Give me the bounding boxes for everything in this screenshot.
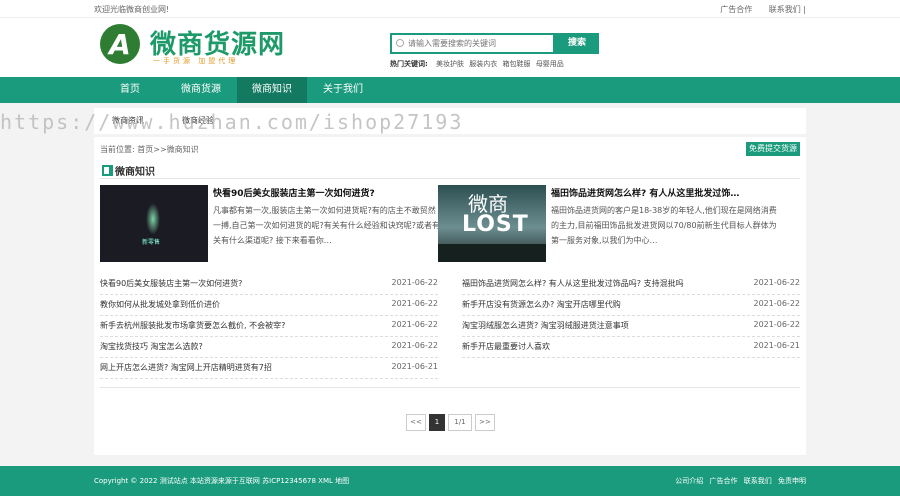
- list-item[interactable]: 福田饰品进货网怎么样? 有人从这里批发过饰品吗? 支持混批吗 2021-06-22: [462, 274, 800, 295]
- top-link-contact[interactable]: 联系我们 |: [769, 5, 806, 14]
- hot-keyword[interactable]: 箱包鞋服: [503, 60, 531, 68]
- search-input[interactable]: [392, 35, 542, 52]
- list-item[interactable]: 新手去杭州服装批发市场拿货要怎么截价, 不会被宰? 2021-06-22: [100, 316, 438, 337]
- list-item[interactable]: 新手开店没有货源怎么办? 淘宝开店哪里代购 2021-06-22: [462, 295, 800, 316]
- pager-prev-button[interactable]: <<: [406, 414, 426, 431]
- list-item-date: 2021-06-22: [391, 320, 439, 329]
- book-icon: [102, 165, 113, 176]
- pager-current-page[interactable]: 1: [429, 414, 445, 431]
- article-list-right: 福田饰品进货网怎么样? 有人从这里批发过饰品吗? 支持混批吗 2021-06-22…: [462, 274, 800, 358]
- list-item-title[interactable]: 福田饰品进货网怎么样? 有人从这里批发过饰品吗? 支持混批吗: [462, 278, 684, 289]
- list-item-date: 2021-06-22: [753, 278, 801, 287]
- thumbnail-caption: 新零售: [142, 239, 161, 246]
- list-item[interactable]: 新手开店最重要讨人喜欢 2021-06-21: [462, 337, 800, 358]
- site-header: A 微商货源网 一手货源 加盟代理 搜索 热门关键词: 美妆护肤 服装内衣 箱包…: [0, 18, 900, 77]
- footer-links: 公司介绍 广告合作 联系我们 免责申明: [671, 476, 806, 486]
- search-button[interactable]: 搜索: [555, 33, 599, 54]
- content-panel: 当前位置: 首页>>微商知识 免费提交货源 微商知识 新零售 快看90后美女服装…: [94, 137, 806, 455]
- article-thumbnail[interactable]: 新零售: [100, 185, 208, 262]
- top-bar: 欢迎光临微商创业网! 广告合作 联系我们 |: [0, 0, 900, 18]
- crowd-silhouette: [438, 244, 546, 262]
- list-item[interactable]: 快看90后美女服装店主第一次如何进货? 2021-06-22: [100, 274, 438, 295]
- article-thumbnail[interactable]: 微商 LOST: [438, 185, 546, 262]
- footer-link[interactable]: 免责申明: [778, 477, 806, 485]
- list-item[interactable]: 淘宝找货技巧 淘宝怎么选款? 2021-06-22: [100, 337, 438, 358]
- thumbnail-caption: LOST: [462, 212, 529, 237]
- hot-keyword[interactable]: 服装内衣: [469, 60, 497, 68]
- nav-knowledge[interactable]: 微商知识: [237, 77, 307, 103]
- search-box: [390, 33, 555, 54]
- watermark-text: https://www.huzhan.com/ishop27193: [0, 110, 464, 134]
- site-footer: Copyright © 2022 测试站点 本站资源来源于互联网 苏ICP123…: [0, 466, 900, 496]
- search-icon: [396, 39, 404, 47]
- copyright-text: Copyright © 2022 测试站点 本站资源来源于互联网 苏ICP123…: [94, 477, 350, 485]
- featured-article: 新零售 快看90后美女服装店主第一次如何进货? 凡事都有第一次,服装店主第一次如…: [100, 185, 440, 262]
- nav-about[interactable]: 关于我们: [308, 77, 378, 103]
- footer-link[interactable]: 联系我们: [744, 477, 772, 485]
- footer-link[interactable]: 广告合作: [710, 477, 738, 485]
- pager-total: 1/1: [448, 414, 472, 431]
- list-item-title[interactable]: 新手去杭州服装批发市场拿货要怎么截价, 不会被宰?: [100, 320, 285, 331]
- list-item-date: 2021-06-22: [391, 341, 439, 350]
- list-item[interactable]: 淘宝羽绒服怎么进货? 淘宝羽绒服进货注意事项 2021-06-22: [462, 316, 800, 337]
- list-item-title[interactable]: 网上开店怎么进货? 淘宝网上开店精明进货有7招: [100, 362, 272, 373]
- list-item-date: 2021-06-22: [391, 299, 439, 308]
- top-link-ads[interactable]: 广告合作: [720, 5, 752, 14]
- list-item-title[interactable]: 新手开店最重要讨人喜欢: [462, 341, 550, 352]
- main-nav: 首页 微商货源 微商知识 关于我们: [0, 77, 900, 103]
- pager-next-button[interactable]: >>: [475, 414, 495, 431]
- featured-desc: 凡事都有第一次,服装店主第一次如何进货呢?有的店主不敢贸然一搏,自己第一次如何进…: [213, 206, 441, 245]
- featured-title[interactable]: 快看90后美女服装店主第一次如何进货?: [213, 186, 375, 199]
- top-links: 广告合作 联系我们 |: [706, 4, 806, 15]
- list-item-date: 2021-06-22: [753, 299, 801, 308]
- nav-home[interactable]: 首页: [95, 77, 165, 103]
- logo-icon[interactable]: A: [100, 24, 140, 64]
- footer-link[interactable]: 公司介绍: [675, 477, 703, 485]
- section-title: 微商知识: [102, 163, 155, 178]
- list-item-title[interactable]: 教你如何从批发城处拿到低价进价: [100, 299, 220, 310]
- logo-slogan: 一手货源 加盟代理: [153, 57, 239, 65]
- list-item-date: 2021-06-21: [391, 362, 439, 371]
- breadcrumb: 当前位置: 首页>>微商知识: [100, 145, 199, 154]
- featured-article: 微商 LOST 福田饰品进货网怎么样? 有人从这里批发过饰… 福田饰品进货网的客…: [438, 185, 778, 262]
- featured-desc: 福田饰品进货网的客户是18-38岁的年轻人,他们现在是网络消费的主力,目前福田饰…: [551, 206, 777, 245]
- hot-keywords: 热门关键词: 美妆护肤 服装内衣 箱包鞋服 母婴用品: [390, 59, 567, 69]
- hot-keyword[interactable]: 母婴用品: [536, 60, 564, 68]
- article-list-left: 快看90后美女服装店主第一次如何进货? 2021-06-22 教你如何从批发城处拿…: [100, 274, 438, 379]
- bottle-icon: [146, 203, 160, 235]
- divider: [100, 387, 800, 388]
- submit-source-button[interactable]: 免费提交货源: [746, 142, 800, 156]
- list-item-date: 2021-06-21: [753, 341, 801, 350]
- list-item-title[interactable]: 快看90后美女服装店主第一次如何进货?: [100, 278, 242, 289]
- list-item-date: 2021-06-22: [753, 320, 801, 329]
- section-title-text: 微商知识: [115, 167, 155, 178]
- list-item[interactable]: 教你如何从批发城处拿到低价进价 2021-06-22: [100, 295, 438, 316]
- list-item-title[interactable]: 淘宝找货技巧 淘宝怎么选款?: [100, 341, 203, 352]
- featured-title[interactable]: 福田饰品进货网怎么样? 有人从这里批发过饰…: [551, 186, 739, 199]
- welcome-text: 欢迎光临微商创业网!: [94, 5, 170, 14]
- hot-keywords-label: 热门关键词:: [390, 60, 428, 68]
- divider: [100, 178, 800, 179]
- hot-keyword[interactable]: 美妆护肤: [436, 60, 464, 68]
- list-item-date: 2021-06-22: [391, 278, 439, 287]
- list-item-title[interactable]: 新手开店没有货源怎么办? 淘宝开店哪里代购: [462, 299, 621, 310]
- list-item-title[interactable]: 淘宝羽绒服怎么进货? 淘宝羽绒服进货注意事项: [462, 320, 629, 331]
- list-item[interactable]: 网上开店怎么进货? 淘宝网上开店精明进货有7招 2021-06-21: [100, 358, 438, 379]
- nav-supply[interactable]: 微商货源: [166, 77, 236, 103]
